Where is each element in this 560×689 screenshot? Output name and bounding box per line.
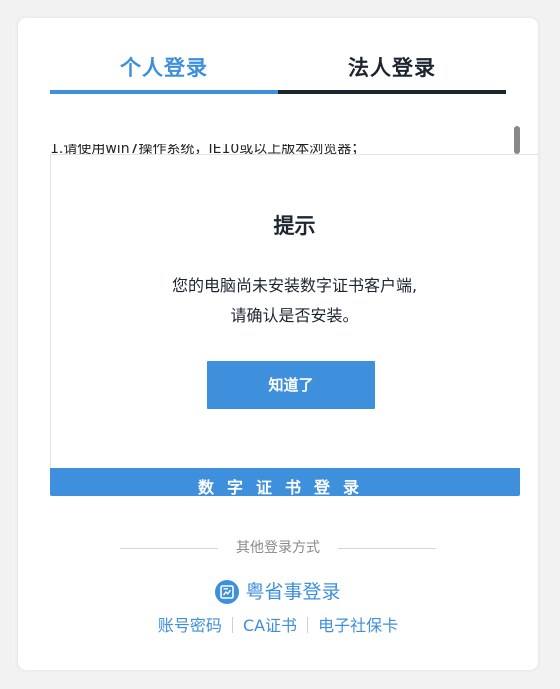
modal-message-line1: 您的电脑尚未安装数字证书客户端, [171,276,418,295]
instruction-line: 1.请使用win7操作系统，IE10或以上版本浏览器； [50,144,366,154]
yuesheng-shi-icon [215,580,240,604]
cert-login-label: 数字证书登录 [197,478,372,496]
tab-legal-login[interactable]: 法人登录 [278,50,506,90]
yss-login-label: 粤省事登录 [245,581,341,603]
yss-login-row: 粤省事登录 [18,578,538,606]
yss-login-button[interactable]: 粤省事登录 [215,578,341,606]
link-separator [307,617,309,633]
login-card: 个人登录 法人登录 1.请使用win7操作系统，IE10或以上版本浏览器； 数字… [18,18,538,670]
tab-legal-underline [278,90,506,94]
account-password-link[interactable]: 账号密码 [158,616,222,635]
login-tabs: 个人登录 法人登录 [50,50,506,96]
social-security-card-link[interactable]: 电子社保卡 [318,616,398,635]
divider-right [338,548,436,549]
tab-personal-underline [50,90,278,94]
ca-cert-link[interactable]: CA证书 [243,616,297,635]
ok-button[interactable]: 知道了 [207,361,375,409]
alt-login-links: 账号密码 CA证书 电子社保卡 [18,614,538,638]
modal-title: 提示 [273,214,316,238]
prompt-modal: 提示 您的电脑尚未安装数字证书客户端, 请确认是否安装。 知道了 [50,154,538,468]
modal-message-line2: 请确认是否安装。 [230,306,359,325]
tab-personal-login[interactable]: 个人登录 [50,50,278,90]
content-scrollbar[interactable] [514,126,520,154]
other-login-divider-row: 其他登录方式 [120,538,436,558]
other-login-label: 其他登录方式 [236,540,320,556]
link-separator [231,617,233,633]
instructions-text: 1.请使用win7操作系统，IE10或以上版本浏览器； [50,144,490,154]
divider-left [120,548,218,549]
